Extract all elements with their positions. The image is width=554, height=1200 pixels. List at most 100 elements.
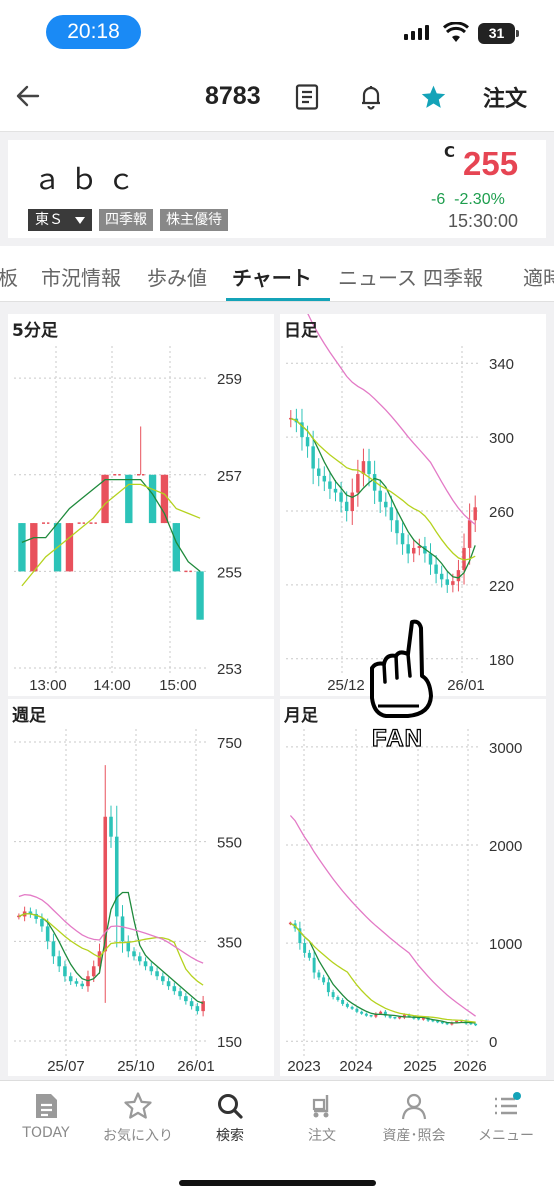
tab-board[interactable]: 板 bbox=[0, 262, 18, 291]
candle-body bbox=[80, 983, 84, 987]
market-select[interactable]: 東Ｓ bbox=[28, 209, 92, 231]
nav-label: 注文 bbox=[308, 1128, 336, 1144]
candle-body bbox=[350, 492, 354, 511]
candle-body bbox=[364, 1013, 368, 1016]
nav-menu[interactable]: メニュー bbox=[460, 1091, 552, 1145]
candle-body bbox=[160, 474, 169, 524]
candle-body bbox=[317, 972, 321, 978]
candle-body bbox=[143, 961, 148, 967]
x-tick-label: 26/01 bbox=[177, 1058, 215, 1075]
candle-body bbox=[40, 918, 44, 927]
y-tick-label: 2000 bbox=[489, 838, 522, 855]
nav-order[interactable]: 注文 bbox=[276, 1091, 368, 1145]
x-tick-label: 2024 bbox=[339, 1058, 372, 1075]
search-icon bbox=[218, 1094, 243, 1119]
y-tick-label: 255 bbox=[217, 564, 242, 581]
shareholder-benefit-badge[interactable]: 株主優待 bbox=[160, 209, 228, 231]
today-doc-icon bbox=[36, 1094, 57, 1118]
cart-icon bbox=[312, 1095, 329, 1118]
candle-body bbox=[456, 570, 461, 582]
x-tick-label: 2023 bbox=[287, 1058, 320, 1075]
tab-news[interactable]: ニュース bbox=[338, 262, 417, 291]
candle-body bbox=[51, 941, 56, 957]
bell-icon[interactable] bbox=[359, 84, 383, 110]
x-tick-label: 25/07 bbox=[47, 1058, 85, 1075]
y-tick-label: 260 bbox=[489, 504, 514, 521]
x-tick-label: 2026 bbox=[453, 1058, 486, 1075]
star-outline-icon bbox=[124, 1092, 152, 1119]
change-value: -6 bbox=[431, 191, 446, 208]
candle-body bbox=[189, 1001, 194, 1007]
chart-title: 週足 bbox=[12, 706, 46, 726]
y-tick-label: 220 bbox=[489, 578, 514, 595]
candle-body bbox=[195, 1006, 200, 1012]
tab-tick[interactable]: 歩み値 bbox=[147, 262, 207, 291]
candle-body bbox=[356, 474, 360, 493]
candle-body bbox=[406, 544, 410, 554]
document-icon[interactable] bbox=[295, 84, 319, 110]
pointing-hand-icon bbox=[370, 619, 433, 718]
candle-body bbox=[120, 916, 125, 942]
chart-panel-weekly[interactable]: 750 550 350 150 25/07 25/10 26/01 週足 bbox=[8, 699, 274, 1076]
candle-body bbox=[384, 501, 388, 508]
ma-short-line bbox=[290, 417, 476, 579]
y-tick-label: 1000 bbox=[489, 936, 522, 953]
badge-row: 東Ｓ 四季報 株主優待 bbox=[28, 209, 228, 231]
nav-assets[interactable]: 資産･照会 bbox=[368, 1091, 460, 1145]
candle-body bbox=[400, 533, 405, 545]
candle-body bbox=[467, 520, 472, 548]
chart-title: 月足 bbox=[284, 706, 318, 726]
candle-body bbox=[439, 573, 444, 580]
candle-body bbox=[388, 1015, 392, 1018]
x-tick-label: 15:00 bbox=[159, 677, 197, 694]
back-arrow-icon[interactable] bbox=[14, 82, 42, 110]
candle-body bbox=[434, 564, 438, 574]
menu-list-icon bbox=[495, 1092, 521, 1115]
tab-market-info[interactable]: 市況情報 bbox=[41, 262, 121, 291]
tab-chart[interactable]: チャート bbox=[232, 262, 312, 291]
current-price: 255 bbox=[463, 145, 519, 182]
y-tick-label: 257 bbox=[217, 468, 242, 485]
nav-favorites[interactable]: お気に入り bbox=[92, 1091, 184, 1145]
candle-body bbox=[172, 986, 177, 992]
info-tabs: 板 市況情報 歩み値 チャート ニュース 四季報 適時 bbox=[0, 246, 554, 302]
order-button[interactable]: 注文 bbox=[483, 81, 527, 113]
nav-today[interactable]: TODAY bbox=[0, 1091, 92, 1141]
tab-quarterly[interactable]: 四季報 bbox=[423, 262, 483, 291]
y-tick-label: 180 bbox=[489, 652, 514, 669]
y-tick-label: 150 bbox=[217, 1034, 242, 1051]
favorite-star-icon[interactable] bbox=[420, 84, 447, 110]
chart-panel-5min[interactable]: 259 257 255 253 13:00 14:00 15:00 5分足 bbox=[8, 314, 274, 696]
price-flag: C bbox=[444, 143, 456, 161]
chart-title: 日足 bbox=[284, 321, 318, 341]
quote-card: ａｂｃ 東Ｓ 四季報 株主優待 C 255 -6 -2.30% 15:30:00 bbox=[8, 140, 546, 238]
dropdown-triangle-icon bbox=[75, 216, 85, 224]
change-percent: -2.30% bbox=[454, 191, 505, 208]
nav-label: お気に入り bbox=[103, 1128, 173, 1144]
ma-mid-line bbox=[290, 417, 476, 561]
candle-body bbox=[378, 490, 382, 502]
x-tick-label: 14:00 bbox=[93, 677, 131, 694]
candle-body bbox=[18, 523, 26, 572]
candle-body bbox=[65, 523, 74, 572]
fan-overlay-text: FAN bbox=[371, 724, 423, 752]
chart-panel-monthly[interactable]: 3000 2000 1000 0 2023 2024 2025 2026 月足 bbox=[280, 699, 546, 1076]
chart-5min: 259 257 255 253 13:00 14:00 15:00 bbox=[14, 346, 242, 694]
candle-body bbox=[336, 997, 340, 1000]
status-bar: 20:18 31 bbox=[0, 0, 554, 62]
market-label: 東Ｓ bbox=[35, 212, 63, 228]
candle-body bbox=[303, 943, 307, 953]
candle-body bbox=[428, 553, 433, 565]
candle-body bbox=[109, 816, 113, 837]
stock-name: ａｂｃ bbox=[33, 163, 145, 196]
tab-disclosure[interactable]: 適時 bbox=[523, 262, 554, 291]
candle-body bbox=[367, 461, 371, 475]
candle-body bbox=[178, 991, 182, 997]
candle-body bbox=[322, 977, 326, 983]
nav-search[interactable]: 検索 bbox=[184, 1091, 276, 1145]
candle-body bbox=[305, 437, 310, 447]
candle-body bbox=[331, 992, 335, 998]
candle-body bbox=[451, 581, 455, 585]
candle-body bbox=[395, 520, 399, 534]
quarterly-report-badge[interactable]: 四季報 bbox=[99, 209, 153, 231]
